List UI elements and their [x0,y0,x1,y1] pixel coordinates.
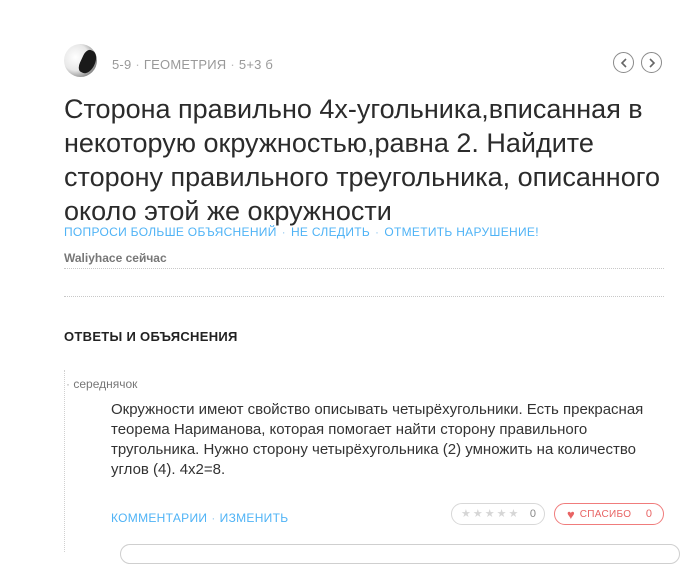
question-author-line: Waliyhace сейчас [64,251,167,265]
author-name[interactable]: Waliyhace [64,251,122,265]
thanks-label: СПАСИБО [579,508,632,520]
question-meta: 5-9 · ГЕОМЕТРИЯ · 5+3 б [112,57,274,72]
prev-question-button[interactable] [613,52,634,73]
answer-thread-line [64,370,65,552]
thanks-button[interactable]: ♥ СПАСИБО 0 [554,503,664,525]
question-actions: ПОПРОСИ БОЛЬШЕ ОБЪЯСНЕНИЙ · НЕ СЛЕДИТЬ · ОТМ… [64,225,539,239]
star-icon[interactable]: ★ [509,508,519,520]
ask-more-link[interactable]: ПОПРОСИ БОЛЬШЕ ОБЪЯСНЕНИЙ [64,225,277,239]
star-icon[interactable]: ★ [485,508,495,520]
chevron-right-icon [648,57,655,68]
answers-heading: ОТВЕТЫ И ОБЪЯСНЕНИЯ [64,329,238,344]
star-icon[interactable]: ★ [497,508,507,520]
comments-link[interactable]: КОММЕНТАРИИ [111,511,207,525]
question-text: Сторона правильно 4х-угольника,вписанная… [64,94,660,226]
thanks-count: 0 [645,508,652,520]
divider [64,268,664,269]
subject-label[interactable]: ГЕОМЕТРИЯ [144,57,226,72]
answer-actions: КОММЕНТАРИИ · ИЗМЕНИТЬ [111,511,289,525]
chevron-left-icon [620,57,627,68]
rating-count: 0 [529,508,536,520]
unfollow-link[interactable]: НЕ СЛЕДИТЬ [291,225,370,239]
rank-label: середнячок [73,377,138,391]
edit-link[interactable]: ИЗМЕНИТЬ [220,511,289,525]
star-icon[interactable]: ★ [473,508,483,520]
heart-icon: ♥ [567,506,575,522]
answerer-rank: · середнячок [66,377,138,391]
report-link[interactable]: ОТМЕТИТЬ НАРУШЕНИЕ! [384,225,539,239]
points-label: 5+3 б [238,57,274,72]
star-icon[interactable]: ★ [461,508,471,520]
next-question-button[interactable] [641,52,662,73]
comment-input[interactable] [120,544,680,564]
answer-text: Окружности имеют свойство описывать четы… [111,401,644,478]
rating-widget[interactable]: ★ ★ ★ ★ ★ 0 [451,503,545,525]
post-time: сейчас [125,251,167,265]
grade-label[interactable]: 5-9 [112,57,131,72]
divider [64,296,664,297]
avatar[interactable] [64,44,97,77]
